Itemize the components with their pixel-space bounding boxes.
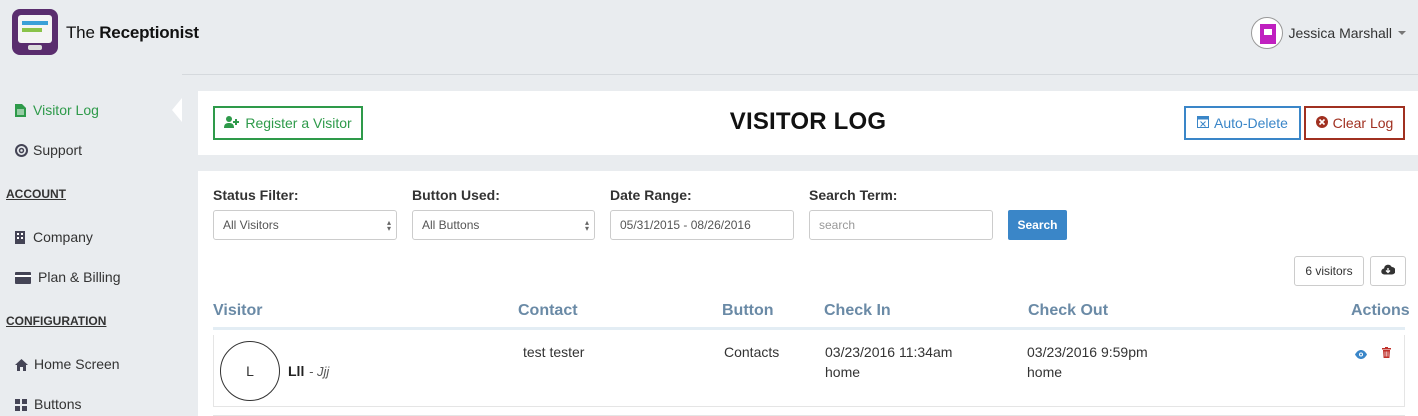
visitor-extra: - Jjj <box>309 364 330 379</box>
date-range-value: 05/31/2015 - 08/26/2016 <box>620 218 751 232</box>
check-in-time: 03/23/2016 11:34am <box>825 344 953 360</box>
clear-log-button[interactable]: Clear Log <box>1304 106 1405 140</box>
sidebar-item-company[interactable]: Company <box>15 229 93 245</box>
sidebar-item-support[interactable]: Support <box>15 142 82 158</box>
caret-down-icon <box>1398 31 1406 35</box>
user-menu[interactable]: Jessica Marshall <box>1250 17 1406 49</box>
auto-delete-label: Auto-Delete <box>1214 115 1288 131</box>
search-term-label: Search Term: <box>809 187 898 203</box>
date-range-label: Date Range: <box>610 187 692 203</box>
button-used-select[interactable]: All Buttons ▴ ▾ <box>412 210 595 240</box>
sidebar-item-label: Visitor Log <box>33 102 99 118</box>
brand-name: Receptionist <box>99 23 199 42</box>
home-icon <box>15 358 28 371</box>
sidebar-item-visitor-log[interactable]: Visitor Log <box>15 102 99 118</box>
status-filter-value: All Visitors <box>223 218 279 232</box>
sidebar-item-label: Home Screen <box>34 356 120 372</box>
file-text-icon <box>15 103 27 117</box>
column-header-check-in[interactable]: Check In <box>824 302 891 320</box>
credit-card-icon <box>15 271 32 284</box>
column-header-visitor[interactable]: Visitor <box>213 302 263 320</box>
life-ring-icon <box>15 143 28 157</box>
column-header-button[interactable]: Button <box>722 302 774 320</box>
register-visitor-button[interactable]: Register a Visitor <box>213 106 363 140</box>
visitor-name: Lll <box>288 363 305 379</box>
column-header-contact[interactable]: Contact <box>518 302 578 320</box>
check-in-location: home <box>825 364 861 380</box>
building-icon <box>15 230 27 244</box>
visitor-avatar: L <box>220 341 280 401</box>
cloud-download-icon <box>1381 262 1396 280</box>
active-indicator <box>172 98 182 122</box>
times-circle-icon <box>1315 115 1328 131</box>
sidebar-item-plan-billing[interactable]: Plan & Billing <box>15 269 121 285</box>
column-header-actions: Actions <box>1351 302 1410 319</box>
sidebar-item-label: Support <box>33 142 83 158</box>
sidebar-item-home-screen[interactable]: Home Screen <box>15 356 120 372</box>
app-logo-icon[interactable] <box>12 9 58 55</box>
download-button[interactable] <box>1370 256 1406 286</box>
section-heading-account: ACCOUNT <box>6 187 66 201</box>
header-divider <box>213 327 1405 330</box>
user-plus-icon <box>224 115 240 131</box>
check-out-location: home <box>1027 364 1063 380</box>
check-out-time: 03/23/2016 9:59pm <box>1027 344 1148 360</box>
sidebar: Visitor Log Support ACCOUNT Company Plan… <box>0 74 182 416</box>
sidebar-item-buttons[interactable]: Buttons <box>15 396 81 412</box>
button-used-label: Button Used: <box>412 187 500 203</box>
app-brand[interactable]: The Receptionist <box>66 23 199 43</box>
page-header: VISITOR LOG Register a Visitor Auto-Dele… <box>198 91 1418 155</box>
sidebar-item-label: Plan & Billing <box>38 269 121 285</box>
divider <box>182 74 1418 75</box>
view-eye-icon[interactable] <box>1355 346 1367 364</box>
sidebar-item-label: Company <box>33 229 93 245</box>
visitor-log-panel: Status Filter: All Visitors ▴ ▾ Button Us… <box>198 171 1418 416</box>
user-name: Jessica Marshall <box>1288 25 1392 41</box>
button-cell: Contacts <box>724 344 780 360</box>
grid-icon <box>15 398 28 411</box>
section-heading-configuration: CONFIGURATION <box>6 314 107 328</box>
main-content: VISITOR LOG Register a Visitor Auto-Dele… <box>198 91 1418 416</box>
calendar-x-icon <box>1197 115 1210 131</box>
clear-log-label: Clear Log <box>1332 115 1394 131</box>
button-used-value: All Buttons <box>422 218 480 232</box>
register-visitor-label: Register a Visitor <box>245 115 352 131</box>
status-filter-select[interactable]: All Visitors ▴ ▾ <box>213 210 397 240</box>
user-avatar <box>1250 17 1283 49</box>
search-placeholder: search <box>819 218 856 232</box>
search-button[interactable]: Search <box>1008 210 1067 240</box>
table-row[interactable]: L Lll - Jjj test tester Contacts 03/23/2… <box>213 335 1405 407</box>
visitor-count-badge: 6 visitors <box>1294 256 1364 286</box>
brand-prefix: The <box>66 23 95 42</box>
column-header-check-out[interactable]: Check Out <box>1028 302 1108 320</box>
sidebar-item-label: Buttons <box>34 396 82 412</box>
select-arrows-icon: ▴ ▾ <box>584 218 589 233</box>
search-input[interactable]: search <box>809 210 993 240</box>
auto-delete-button[interactable]: Auto-Delete <box>1184 106 1301 140</box>
status-filter-label: Status Filter: <box>213 187 299 203</box>
date-range-input[interactable]: 05/31/2015 - 08/26/2016 <box>610 210 794 240</box>
delete-trash-icon[interactable] <box>1382 345 1391 363</box>
contact-cell: test tester <box>523 344 585 360</box>
select-arrows-icon: ▴ ▾ <box>386 218 391 233</box>
top-bar: The Receptionist Jessica Marshall <box>0 0 1418 74</box>
